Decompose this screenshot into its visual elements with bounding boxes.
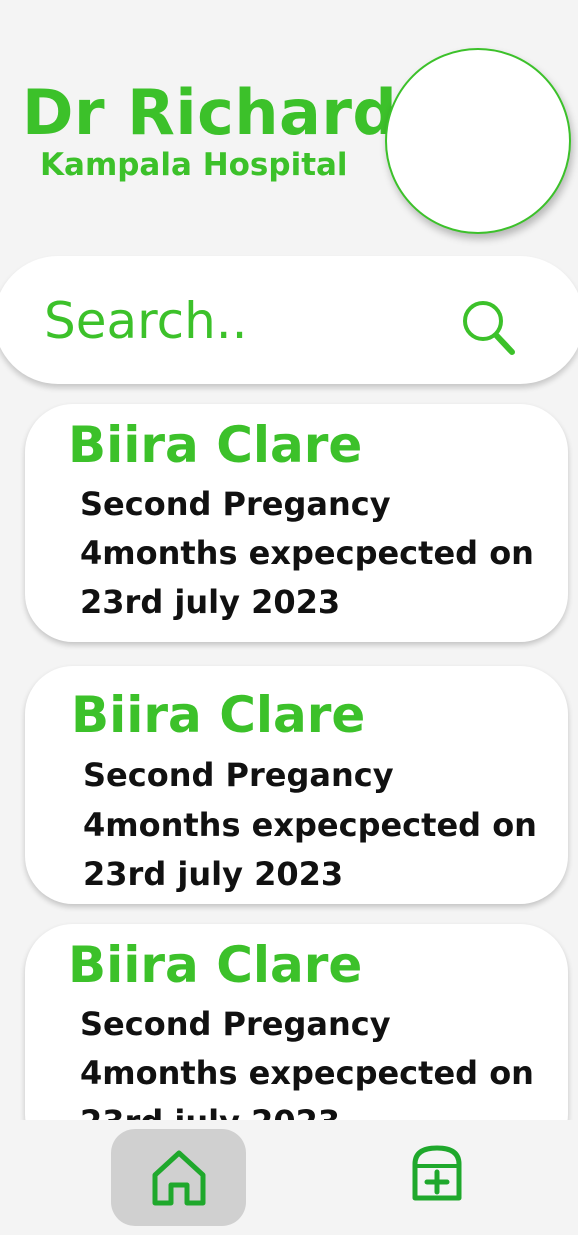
patient-name: Biira Clare — [68, 936, 363, 994]
patient-name: Biira Clare — [68, 416, 363, 474]
pregnancy-status: Second Pregancy — [83, 756, 394, 794]
hospital-name: Kampala Hospital — [40, 147, 348, 183]
bottom-nav — [0, 1120, 578, 1235]
doctor-name: Dr Richard — [22, 76, 398, 149]
patient-card[interactable]: Biira Clare Second Pregancy 4months expe… — [25, 404, 568, 642]
pregnancy-status: Second Pregancy — [80, 1005, 391, 1043]
search-icon[interactable] — [458, 296, 518, 358]
avatar[interactable] — [385, 48, 571, 234]
due-date: 23rd july 2023 — [80, 583, 341, 621]
pregnancy-months: 4months expecpected on — [80, 534, 534, 572]
pregnancy-months: 4months expecpected on — [80, 1054, 534, 1092]
pregnancy-status: Second Pregancy — [80, 485, 391, 523]
add-record-icon[interactable] — [409, 1144, 465, 1204]
home-icon[interactable] — [149, 1147, 209, 1209]
patient-card[interactable]: Biira Clare Second Pregancy 4months expe… — [25, 666, 568, 904]
search-bar[interactable]: Search.. — [0, 256, 578, 384]
patient-name: Biira Clare — [71, 686, 366, 744]
search-input[interactable]: Search.. — [44, 291, 248, 351]
pregnancy-months: 4months expecpected on — [83, 806, 537, 844]
due-date: 23rd july 2023 — [83, 855, 344, 893]
